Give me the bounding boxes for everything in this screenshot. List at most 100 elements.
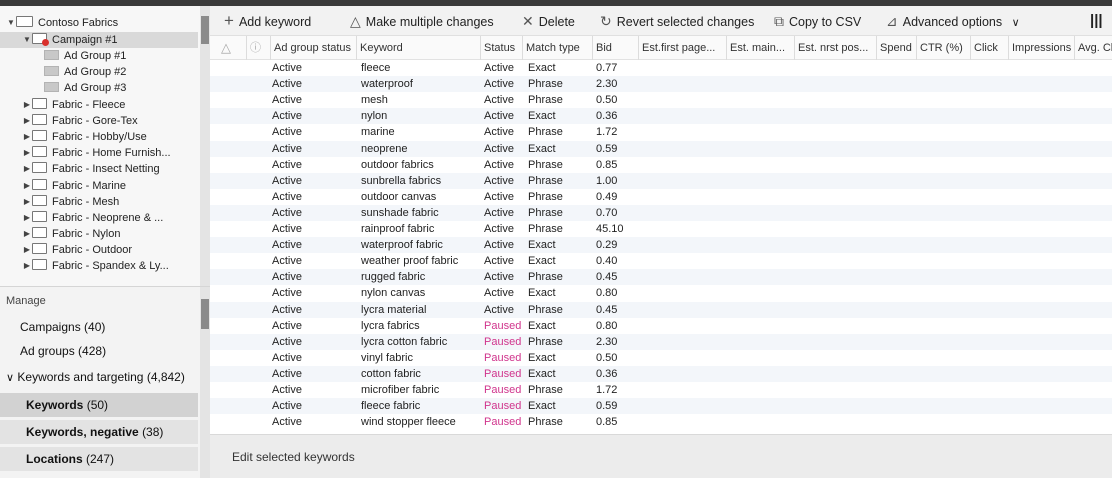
cell-keyword: nylon (361, 110, 388, 123)
col-ad-group-status[interactable]: Ad group status (270, 36, 356, 60)
expand-arrow-icon[interactable]: ▶ (22, 194, 32, 210)
cell-match-type: Phrase (528, 335, 563, 348)
table-row[interactable]: Active lycra fabrics Paused Exact 0.80 (210, 318, 1112, 334)
col-est-nrst[interactable]: Est. nrst pos... (794, 36, 876, 60)
tree-campaign[interactable]: ▶ Fabric - Nylon (22, 226, 120, 242)
nav-keywords-negative[interactable]: Keywords, negative (38) (0, 420, 198, 444)
table-row[interactable]: Active neoprene Active Exact 0.59 (210, 140, 1112, 157)
expand-arrow-icon[interactable]: ▶ (22, 129, 32, 145)
col-est-main[interactable]: Est. main... (726, 36, 794, 60)
col-bid[interactable]: Bid (592, 36, 638, 60)
tree-scroll-thumb[interactable] (201, 16, 209, 44)
warning-column-icon[interactable]: △ (218, 36, 240, 60)
table-row[interactable]: Active lycra cotton fabric Paused Phrase 2.3… (210, 333, 1112, 350)
table-row[interactable]: Active fleece Active Exact 0.77 (210, 60, 1112, 76)
nav-keywords[interactable]: Keywords (50) (0, 393, 198, 417)
tree-campaign[interactable]: ▶ Fabric - Gore-Tex (22, 113, 138, 129)
expand-arrow-icon[interactable]: ▶ (22, 97, 32, 113)
table-row[interactable]: Active cotton fabric Paused Exact 0.36 (210, 365, 1112, 382)
table-row[interactable]: Active lycra material Active Phrase 0.45 (210, 301, 1112, 318)
col-avg[interactable]: Avg. Cl (1074, 36, 1112, 60)
left-pane: ▼ Contoso Fabrics ▼ Campaign #1 Ad Group #… (0, 6, 210, 478)
cell-ad-group-status: Active (272, 416, 302, 429)
col-impressions[interactable]: Impressions (1008, 36, 1074, 60)
make-multiple-changes-button[interactable]: △ Make multiple changes (350, 6, 494, 36)
delete-button[interactable]: ✕ Delete (522, 6, 575, 36)
tree-campaign[interactable]: ▶ Fabric - Marine (22, 178, 126, 194)
chevron-down-icon[interactable]: ∨ (6, 372, 14, 384)
col-click[interactable]: Click (970, 36, 1008, 60)
cell-status: Active (484, 206, 514, 219)
table-row[interactable]: Active waterproof Active Phrase 2.30 (210, 76, 1112, 93)
expand-arrow-icon[interactable]: ▶ (22, 145, 32, 161)
copy-csv-button[interactable]: ⧉ Copy to CSV (774, 6, 861, 36)
manage-scrollbar[interactable] (200, 287, 210, 478)
table-row[interactable]: Active wind stopper fleece Paused Phrase 0.8… (210, 414, 1112, 430)
expand-arrow-icon[interactable]: ▶ (22, 210, 32, 226)
expand-arrow-icon[interactable]: ▶ (22, 242, 32, 258)
tree-ad-group[interactable]: Ad Group #1 (44, 48, 126, 64)
tree-account[interactable]: ▼ Contoso Fabrics (6, 15, 118, 31)
alert-dot-icon (42, 39, 49, 46)
cell-match-type: Exact (528, 367, 556, 380)
cell-status: Active (484, 110, 514, 123)
tree-campaign[interactable]: ▶ Fabric - Insect Netting (22, 161, 160, 177)
col-spend[interactable]: Spend (876, 36, 916, 60)
tree-ad-group[interactable]: Ad Group #2 (44, 64, 126, 80)
tree-campaign[interactable]: ▶ Fabric - Hobby/Use (22, 129, 147, 145)
table-row[interactable]: Active rainproof fabric Active Phrase 45.10 (210, 221, 1112, 237)
tree-campaign[interactable]: ▶ Fabric - Neoprene & ... (22, 210, 163, 226)
tree-campaign[interactable]: ▶ Fabric - Outdoor (22, 242, 132, 258)
expand-arrow-icon[interactable]: ▶ (22, 161, 32, 177)
columns-icon[interactable]: ||| (1090, 6, 1103, 36)
table-row[interactable]: Active vinyl fabric Paused Exact 0.50 (210, 350, 1112, 366)
edit-icon: ⊿ (886, 13, 898, 29)
table-row[interactable]: Active rugged fabric Active Phrase 0.45 (210, 269, 1112, 286)
manage-scroll-thumb[interactable] (201, 299, 209, 329)
info-column-icon[interactable]: ⓘ (246, 36, 270, 60)
tree-campaign[interactable]: ▶ Fabric - Mesh (22, 194, 119, 210)
table-row[interactable]: Active outdoor fabrics Active Phrase 0.85 (210, 157, 1112, 173)
col-match-type[interactable]: Match type (522, 36, 592, 60)
col-ctr[interactable]: CTR (%) (916, 36, 970, 60)
tree-campaign[interactable]: ▶ Fabric - Spandex & Ly... (22, 258, 169, 274)
col-status[interactable]: Status (480, 36, 522, 60)
edit-selected-keywords-link[interactable]: Edit selected keywords (232, 450, 355, 464)
table-row[interactable]: Active sunshade fabric Active Phrase 0.70 (210, 204, 1112, 221)
nav-ad-groups[interactable]: Ad groups (428) (0, 339, 198, 363)
expand-arrow-icon[interactable]: ▶ (22, 258, 32, 274)
col-keyword[interactable]: Keyword (356, 36, 480, 60)
revert-button[interactable]: ↻ Revert selected changes (600, 6, 754, 36)
expand-arrow-icon[interactable]: ▶ (22, 178, 32, 194)
nav-campaigns[interactable]: Campaigns (40) (0, 315, 198, 339)
table-row[interactable]: Active waterproof fabric Active Exact 0.29 (210, 237, 1112, 254)
collapse-arrow-icon[interactable]: ▼ (6, 15, 16, 31)
table-row[interactable]: Active outdoor canvas Active Phrase 0.49 (210, 189, 1112, 205)
tree-campaign[interactable]: ▶ Fabric - Home Furnish... (22, 145, 171, 161)
expand-arrow-icon[interactable]: ▶ (22, 226, 32, 242)
cell-keyword: cotton fabric (361, 367, 421, 380)
table-row[interactable]: Active microfiber fabric Paused Phrase 1.72 (210, 382, 1112, 398)
tree-campaign-selected[interactable]: ▼ Campaign #1 (0, 32, 198, 48)
tree-ad-group[interactable]: Ad Group #3 (44, 80, 126, 96)
add-keyword-button[interactable]: + Add keyword (224, 6, 311, 36)
table-row[interactable]: Active fleece fabric Paused Exact 0.59 (210, 398, 1112, 415)
nav-keywords-targeting[interactable]: ∨ Keywords and targeting (4,842) (0, 365, 198, 389)
cell-match-type: Exact (528, 110, 556, 123)
cell-bid: 2.30 (596, 78, 618, 91)
table-row[interactable]: Active weather proof fabric Active Exact 0.4… (210, 253, 1112, 269)
table-row[interactable]: Active nylon Active Exact 0.36 (210, 108, 1112, 125)
cell-match-type: Phrase (528, 190, 563, 203)
tree-campaign[interactable]: ▶ Fabric - Fleece (22, 97, 125, 113)
advanced-options-button[interactable]: ⊿ Advanced options ∨ (886, 6, 1020, 36)
table-row[interactable]: Active marine Active Phrase 1.72 (210, 124, 1112, 140)
cell-keyword: wind stopper fleece (361, 416, 456, 429)
table-row[interactable]: Active mesh Active Phrase 0.50 (210, 92, 1112, 108)
table-row[interactable]: Active nylon canvas Active Exact 0.80 (210, 285, 1112, 301)
col-est-first-page[interactable]: Est.first page... (638, 36, 726, 60)
expand-arrow-icon[interactable]: ▶ (22, 113, 32, 129)
tree-scrollbar[interactable] (200, 6, 210, 286)
nav-locations[interactable]: Locations (247) (0, 447, 198, 471)
table-row[interactable]: Active sunbrella fabrics Active Phrase 1.00 (210, 172, 1112, 189)
collapse-arrow-icon[interactable]: ▼ (22, 32, 32, 48)
